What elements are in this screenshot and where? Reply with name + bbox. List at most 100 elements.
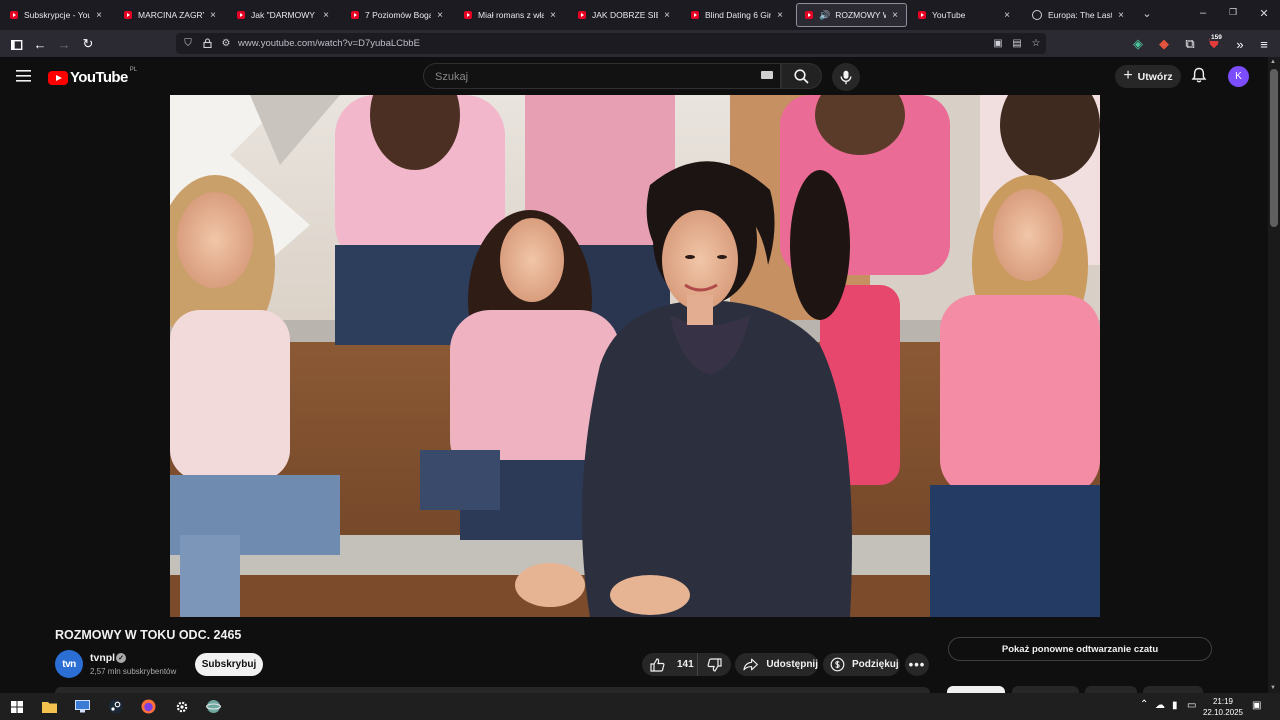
close-icon[interactable]: × — [1002, 10, 1012, 21]
browser-tab[interactable]: JAK DOBRZE SIĘ ZNAJĄ × — [570, 3, 678, 27]
subscribe-button[interactable]: Subskrybuj — [195, 653, 263, 676]
clock-time: 21:19 — [1212, 697, 1234, 706]
tray-overflow-icon[interactable]: ⌃ — [1140, 699, 1148, 710]
scroll-up-icon[interactable]: ▲ — [1270, 59, 1276, 65]
channel-avatar[interactable]: tvn — [55, 650, 83, 678]
reader-view-icon[interactable]: ▤ — [1010, 36, 1024, 50]
minimize-icon[interactable]: – — [1195, 7, 1211, 19]
tab-title: JAK DOBRZE SIĘ ZNAJĄ — [592, 10, 658, 20]
permissions-icon[interactable]: ⚙ — [219, 36, 233, 50]
tab-title: Blind Dating 6 Girls B — [705, 10, 771, 20]
lock-icon[interactable] — [200, 36, 214, 50]
scroll-down-icon[interactable]: ▼ — [1270, 685, 1276, 691]
usb-device-icon[interactable]: ▮ — [1172, 700, 1178, 711]
tab-title: Subskrypcje - YouTube — [24, 10, 90, 20]
file-explorer-icon[interactable] — [41, 698, 58, 715]
list-all-tabs-icon[interactable]: ⌄ — [1139, 7, 1155, 20]
restore-icon[interactable]: ❐ — [1225, 7, 1241, 18]
close-icon[interactable]: × — [321, 10, 331, 21]
browser-navigation-bar: ← → ↻ ⛉ ⚙ www.youtube.com/watch?v=D7yuba… — [0, 30, 1280, 57]
overflow-chevron-icon[interactable]: » — [1231, 35, 1249, 53]
filter-chip[interactable] — [1143, 686, 1203, 693]
thanks-label: Podziękuj — [852, 659, 899, 670]
youtube-icon — [237, 11, 245, 19]
close-icon[interactable]: × — [662, 10, 672, 21]
extension-fox-icon[interactable]: ◆ — [1155, 35, 1173, 53]
taskbar-clock[interactable]: 21:19 22.10.2025 — [1198, 696, 1248, 718]
browser-tab[interactable]: 7 Poziomów Bogactwa × — [343, 3, 451, 27]
settings-gear-icon[interactable] — [173, 698, 190, 715]
forward-icon[interactable]: → — [55, 35, 73, 53]
tab-title: Europa: The Last Battle — [1048, 10, 1112, 20]
browser-tab[interactable]: YouTube × — [910, 3, 1018, 27]
more-actions-button[interactable]: ••• — [905, 653, 929, 676]
share-button[interactable]: Udostępnij — [735, 653, 818, 676]
url-text[interactable]: www.youtube.com/watch?v=D7yubaLCbbE — [238, 38, 420, 49]
notifications-bell-icon[interactable] — [1190, 66, 1208, 84]
clock-date: 22.10.2025 — [1202, 708, 1244, 717]
voice-search-button[interactable] — [832, 63, 860, 91]
filter-chip[interactable] — [947, 686, 1005, 693]
tab-title: MARCINA ZAGRYZŁY PSY — [138, 10, 204, 20]
video-player[interactable] — [170, 95, 1100, 617]
youtube-logo[interactable]: YouTube PL — [48, 67, 137, 86]
extension-shield-icon[interactable]: ◈ — [1129, 35, 1147, 53]
search-button[interactable] — [781, 63, 822, 89]
onedrive-cloud-icon[interactable]: ☁ — [1155, 700, 1165, 711]
network-icon[interactable]: ▭ — [1187, 700, 1196, 711]
bookmark-star-icon[interactable]: ☆ — [1029, 36, 1043, 50]
shield-icon[interactable]: ⛉ — [181, 36, 195, 50]
show-chat-replay-button[interactable]: Pokaż ponowne odtwarzanie czatu — [948, 637, 1212, 661]
reload-icon[interactable]: ↻ — [79, 35, 97, 53]
youtube-icon — [918, 11, 926, 19]
close-icon[interactable]: × — [94, 10, 104, 21]
address-bar[interactable]: ⛉ ⚙ www.youtube.com/watch?v=D7yubaLCbbE … — [176, 33, 1046, 54]
keyboard-icon[interactable] — [761, 71, 773, 79]
firefox-icon[interactable] — [140, 698, 157, 715]
create-button[interactable]: + Utwórz — [1115, 65, 1181, 88]
youtube-icon — [351, 11, 359, 19]
back-icon[interactable]: ← — [31, 35, 49, 53]
share-arrow-icon — [743, 658, 758, 671]
thanks-button[interactable]: Podziękuj — [823, 653, 900, 676]
close-icon[interactable]: × — [1116, 10, 1126, 21]
dislike-button[interactable] — [698, 657, 731, 672]
youtube-masthead: YouTube PL Szukaj — [0, 57, 1268, 95]
steam-icon[interactable] — [107, 698, 124, 715]
browser-tab[interactable]: Jak "DARMOWY DOM" × — [229, 3, 337, 27]
window-close-icon[interactable]: ✕ — [1256, 7, 1272, 20]
close-icon[interactable]: × — [208, 10, 218, 21]
search-placeholder: Szukaj — [435, 71, 469, 83]
like-button[interactable]: 141 — [642, 653, 698, 676]
browser-tab[interactable]: MARCINA ZAGRYZŁY PSY × — [116, 3, 224, 27]
app-menu-icon[interactable]: ≡ — [1255, 35, 1273, 53]
app-globe-icon[interactable] — [205, 698, 222, 715]
guide-menu-icon[interactable] — [16, 69, 31, 87]
dollar-heart-icon — [830, 657, 845, 672]
browser-tab-active[interactable]: 🔊 ROZMOWY W TOKU × — [796, 3, 907, 27]
windows-start-icon[interactable] — [8, 698, 25, 715]
user-avatar[interactable]: K — [1228, 66, 1249, 87]
speaker-icon[interactable]: 🔊 — [819, 10, 830, 21]
close-icon[interactable]: × — [435, 10, 445, 21]
remote-desktop-icon[interactable] — [74, 698, 91, 715]
search-input[interactable]: Szukaj — [423, 63, 781, 89]
extensions-puzzle-icon[interactable]: ⧉ — [1181, 35, 1199, 53]
browser-tab[interactable]: Subskrypcje - YouTube × — [2, 3, 110, 27]
page-scrollbar[interactable]: ▲ ▼ — [1268, 57, 1280, 693]
browser-tab-strip: Subskrypcje - YouTube × MARCINA ZAGRYZŁY… — [0, 0, 1280, 30]
browser-tab[interactable]: Miał romans z własną × — [456, 3, 564, 27]
browser-tab[interactable]: Europa: The Last Battle × — [1024, 3, 1132, 27]
notifications-icon[interactable]: ▣ — [1252, 700, 1261, 711]
close-icon[interactable]: × — [890, 10, 900, 21]
channel-name[interactable]: tvnpl — [90, 652, 115, 664]
scrollbar-thumb[interactable] — [1270, 69, 1278, 227]
filter-chip[interactable] — [1012, 686, 1079, 693]
browser-tab[interactable]: Blind Dating 6 Girls B × — [683, 3, 791, 27]
sidebar-toggle-icon[interactable] — [8, 35, 26, 53]
close-icon[interactable]: × — [548, 10, 558, 21]
picture-in-picture-icon[interactable]: ▣ — [991, 36, 1005, 50]
tab-title: ROZMOWY W TOKU — [835, 10, 886, 20]
filter-chip[interactable] — [1085, 686, 1137, 693]
close-icon[interactable]: × — [775, 10, 785, 21]
